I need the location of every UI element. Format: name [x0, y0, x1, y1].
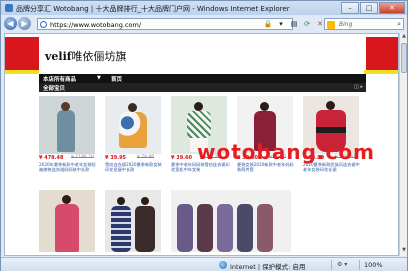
product-card[interactable] — [171, 190, 291, 252]
security-zone[interactable]: Internet | 保护模式: 启用 — [230, 261, 305, 271]
shop-title-cn: 唯依俪坊旗 — [71, 50, 127, 63]
forward-button[interactable]: ▶ — [18, 17, 31, 30]
shop-title: velif唯依俪坊旗 — [45, 48, 126, 64]
view-toggle-icon[interactable]: ◫ ▸ — [354, 84, 363, 90]
ie-app-icon — [5, 4, 13, 12]
search-icon[interactable]: ⌕ — [397, 20, 401, 29]
nav-all-products[interactable]: 本店所有商品 — [43, 75, 76, 83]
maximize-button[interactable]: □ — [360, 2, 378, 14]
address-tools: 🔒 ▾ ▤ ⟳ ✕ — [263, 19, 328, 29]
scroll-down-icon[interactable]: ▼ — [400, 247, 408, 255]
compatibility-icon[interactable]: ▤ — [289, 19, 299, 29]
product-image[interactable] — [39, 96, 95, 154]
product-old-price: ¥ 1196.20 — [71, 155, 94, 160]
close-button[interactable]: ✕ — [379, 2, 405, 14]
product-name[interactable]: 雪纺连衣裙2020夏季新款女装印花显瘦中长款 — [105, 162, 165, 172]
address-url[interactable]: https://www.wotobang.com/ — [50, 21, 141, 29]
watermark: wotobang.com — [197, 140, 375, 164]
chevron-down-icon[interactable]: ▼ — [97, 75, 101, 81]
banner-red-stripe-right — [366, 37, 398, 70]
category-bar: 全部宝贝 ◫ ▸ — [39, 83, 366, 92]
status-divider — [359, 260, 360, 270]
page-viewport: velif唯依俪坊旗 本店所有商品 ▼ 首页 全部宝贝 ◫ ▸ ¥ 478.48… — [4, 33, 399, 256]
scroll-up-icon[interactable]: ▲ — [400, 33, 408, 41]
minimize-button[interactable]: – — [341, 2, 359, 14]
shop-banner: velif唯依俪坊旗 — [5, 34, 398, 70]
search-placeholder[interactable]: Bing — [339, 21, 352, 28]
nav-home[interactable]: 首页 — [111, 75, 122, 83]
status-bar: Internet | 保护模式: 启用 ⚙ ▾ 100% — [1, 257, 407, 271]
zoom-level[interactable]: 100% — [364, 261, 383, 269]
product-card[interactable] — [39, 190, 101, 252]
vertical-scrollbar[interactable]: ▲ ▼ — [399, 33, 407, 256]
title-bar: 品牌分享汇 Wotobang | 十大品牌排行_十大品牌门户网 - Window… — [1, 1, 407, 15]
window-controls: – □ ✕ — [340, 2, 405, 14]
internet-zone-icon — [219, 261, 227, 269]
navigation-bar: ◀ ▶ https://www.wotobang.com/ 🔒 ▾ ▤ ⟳ ✕ … — [1, 15, 407, 33]
shop-nav: 本店所有商品 ▼ 首页 — [39, 74, 366, 83]
banner-yellow-stripe-right — [364, 70, 398, 74]
product-image[interactable] — [105, 96, 161, 154]
product-card[interactable]: ¥ 478.48 ¥ 1196.20 2020年夏季新款中老年女装短袖旗袍连衣裙妈… — [39, 96, 101, 172]
product-price: ¥ 39.60 — [171, 155, 193, 161]
product-card[interactable]: ¥ 39.95 ¥ 79.90 雪纺连衣裙2020夏季新款女装印花显瘦中长款 — [105, 96, 167, 172]
dropdown-icon[interactable]: ▾ — [276, 19, 286, 29]
page-icon — [40, 21, 47, 28]
product-image[interactable] — [105, 190, 161, 252]
lock-icon[interactable]: 🔒 — [263, 19, 273, 29]
protected-mode-icon[interactable]: ⚙ ▾ — [337, 261, 347, 268]
status-divider — [331, 260, 332, 270]
banner-red-stripe-left — [5, 37, 39, 70]
product-name[interactable]: 2020年夏季新款中老年女装短袖旗袍连衣裙妈妈装中长款 — [39, 162, 99, 172]
banner-yellow-stripe-left — [5, 70, 39, 74]
refresh-icon[interactable]: ⟳ — [302, 19, 312, 29]
bing-logo-icon — [327, 21, 335, 29]
product-image[interactable] — [171, 190, 291, 252]
back-button[interactable]: ◀ — [4, 17, 17, 30]
scrollbar-thumb[interactable] — [401, 43, 407, 73]
browser-window: 品牌分享汇 Wotobang | 十大品牌排行_十大品牌门户网 - Window… — [0, 0, 408, 271]
product-old-price: ¥ 79.90 — [137, 155, 155, 160]
all-items-label[interactable]: 全部宝贝 — [43, 84, 65, 92]
search-box[interactable]: Bing ⌕ — [324, 18, 404, 30]
shop-title-en: velif — [45, 50, 72, 63]
address-bar[interactable]: https://www.wotobang.com/ — [37, 18, 293, 30]
product-card[interactable] — [105, 190, 167, 252]
window-title: 品牌分享汇 Wotobang | 十大品牌排行_十大品牌门户网 - Window… — [16, 5, 290, 13]
product-price: ¥ 478.48 — [39, 155, 64, 161]
product-image[interactable] — [39, 190, 95, 252]
product-price: ¥ 39.95 — [105, 155, 127, 161]
